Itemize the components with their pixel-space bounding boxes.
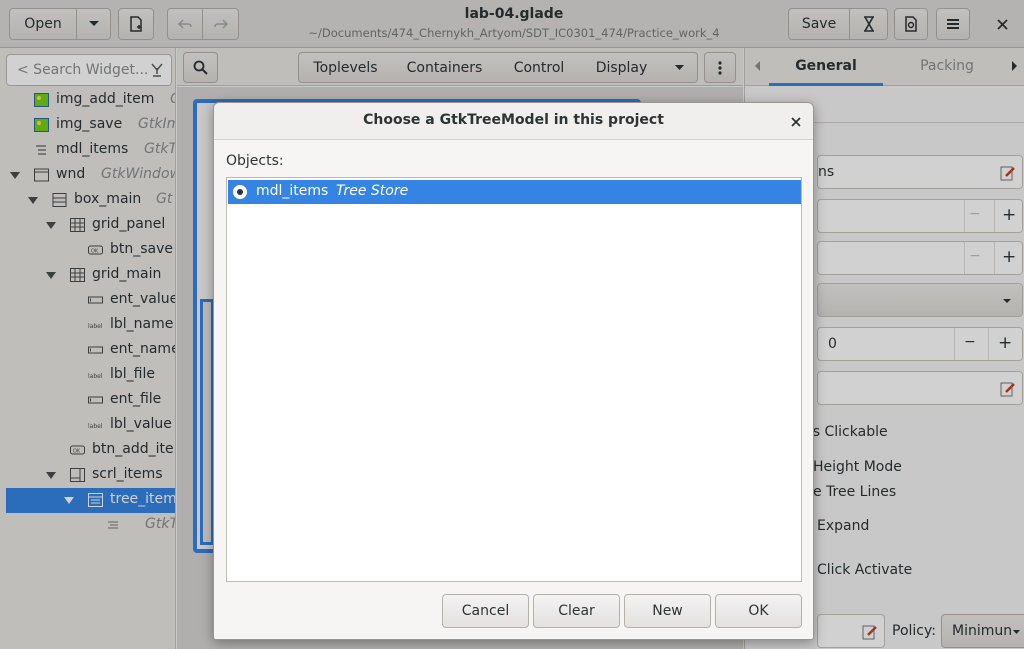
- choose-model-dialog: Choose a GtkTreeModel in this project Ob…: [213, 102, 814, 640]
- ok-button[interactable]: OK: [715, 594, 802, 628]
- dialog-titlebar: Choose a GtkTreeModel in this project: [214, 103, 813, 140]
- dialog-close-button[interactable]: [784, 111, 808, 133]
- object-type: Tree Store: [336, 183, 409, 199]
- objects-label: Objects:: [226, 153, 284, 169]
- object-name: mdl_items: [256, 183, 329, 199]
- clear-button[interactable]: Clear: [533, 594, 620, 628]
- close-icon: [791, 117, 801, 127]
- radio-selected-icon[interactable]: [233, 185, 247, 199]
- cancel-button[interactable]: Cancel: [442, 594, 529, 628]
- dialog-title: Choose a GtkTreeModel in this project: [363, 112, 664, 128]
- objects-list[interactable]: mdl_items Tree Store: [226, 177, 802, 582]
- list-item-mdl-items[interactable]: mdl_items Tree Store: [228, 180, 801, 204]
- new-button[interactable]: New: [624, 594, 711, 628]
